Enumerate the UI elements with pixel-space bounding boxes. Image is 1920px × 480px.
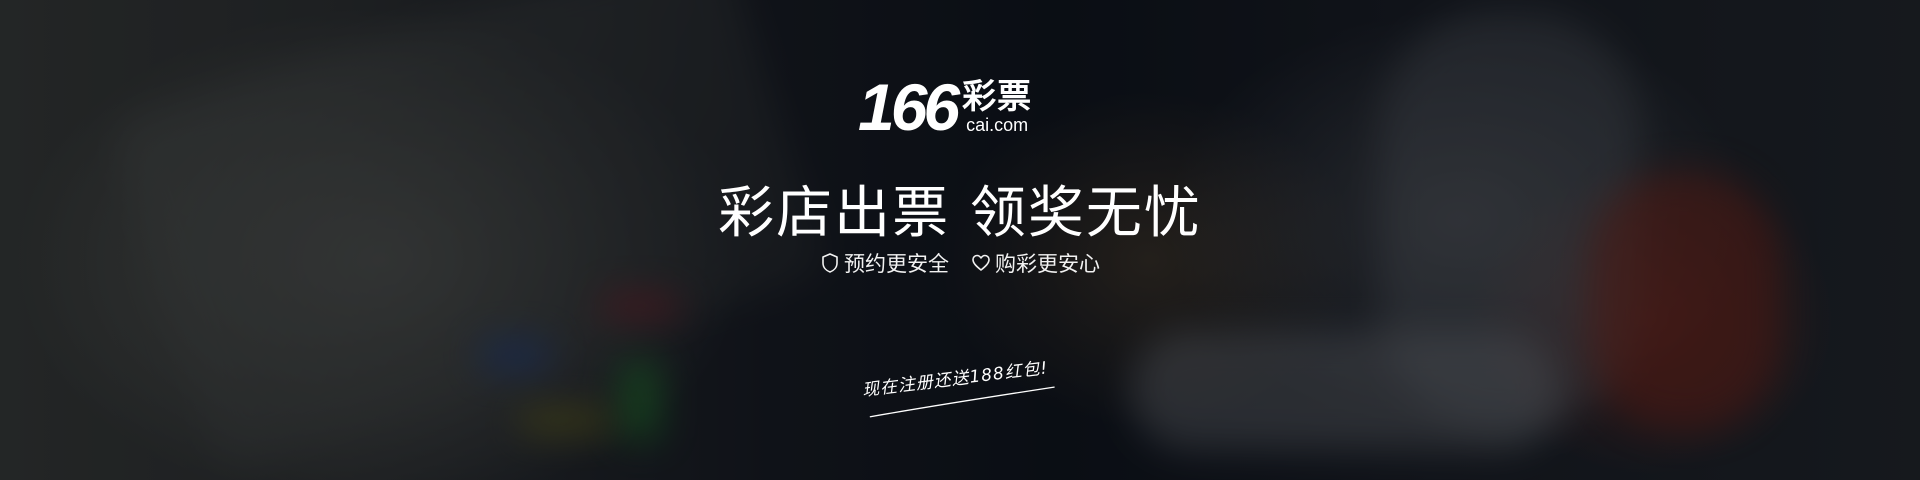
logo-chinese-name: 彩票 xyxy=(962,77,1033,117)
feature-item-safe: 预约更安全 xyxy=(820,248,949,278)
brand-logo[interactable]: 166 彩票 cai.com xyxy=(858,72,1058,142)
logo-text-block: 彩票 cai.com xyxy=(962,80,1032,134)
hero-banner: 166 彩票 cai.com 彩店出票 领奖无忧 预约更安全 购彩更安心 现在注… xyxy=(0,0,1920,480)
feature-label-assured: 购彩更安心 xyxy=(995,252,1100,276)
feature-label-safe: 预约更安全 xyxy=(844,252,949,276)
feature-item-assured: 购彩更安心 xyxy=(971,248,1100,278)
heart-icon xyxy=(972,254,990,271)
headline: 彩店出票 领奖无忧 xyxy=(718,181,1202,246)
hero-content: 166 彩票 cai.com 彩店出票 领奖无忧 预约更安全 购彩更安心 现在注… xyxy=(0,0,1920,480)
feature-list: 预约更安全 购彩更安心 xyxy=(0,248,1920,278)
logo-domain: cai.com xyxy=(966,115,1029,135)
logo-number: 166 xyxy=(858,70,960,144)
shield-icon xyxy=(822,253,838,273)
